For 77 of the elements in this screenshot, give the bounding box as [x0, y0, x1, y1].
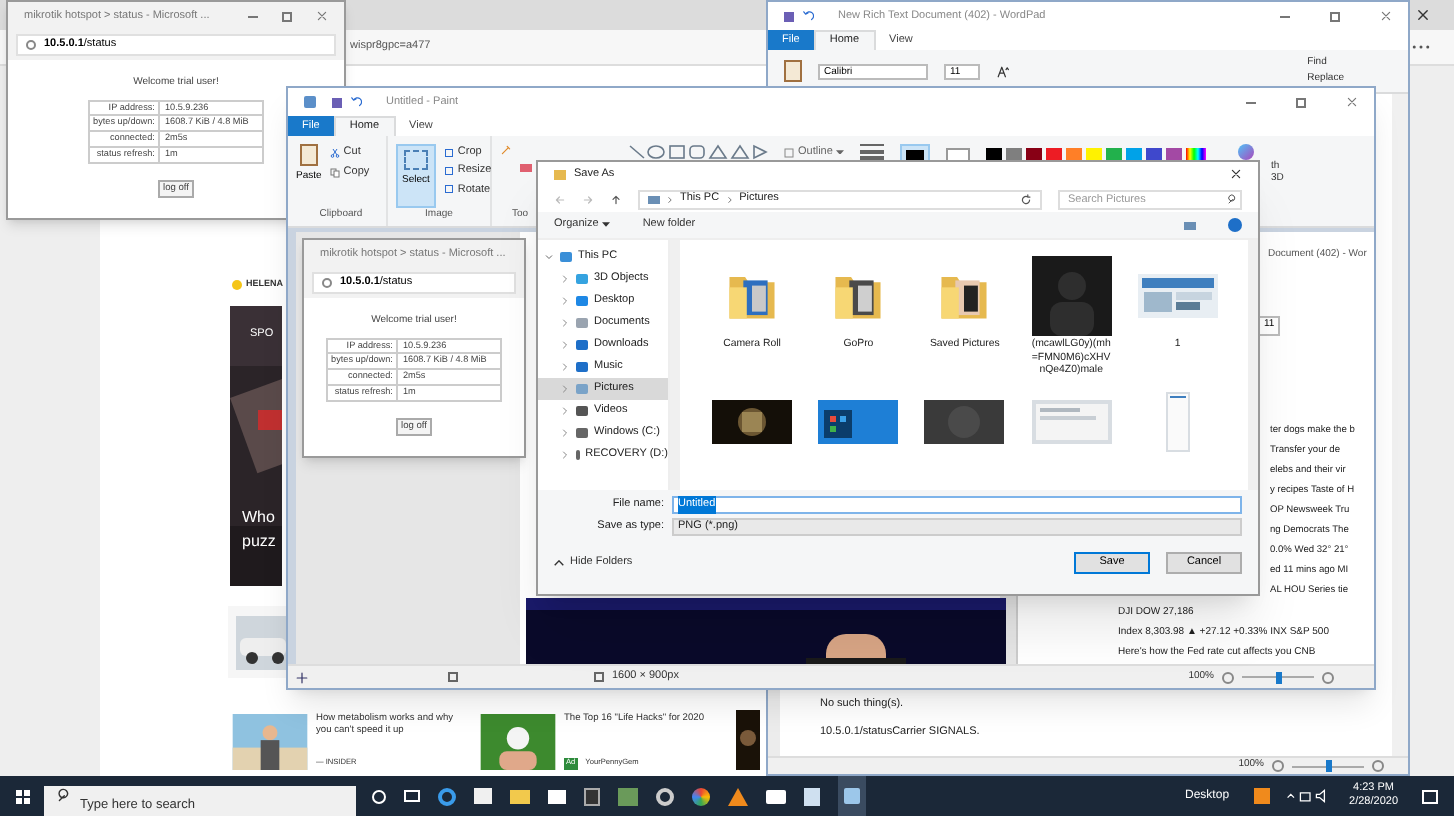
pc-icon	[648, 195, 660, 203]
caret-icon	[836, 149, 845, 155]
zoom-slider[interactable]	[1292, 760, 1364, 772]
save-icon[interactable]	[332, 97, 342, 107]
notepad-icon[interactable]	[804, 787, 820, 805]
minimize-icon[interactable]	[1280, 15, 1290, 17]
rotate-icon	[443, 184, 454, 195]
zoom-in-icon[interactable]	[1372, 760, 1384, 772]
notifications-icon[interactable]	[1422, 789, 1438, 803]
info-icon	[322, 278, 332, 288]
chevron-icon[interactable]	[666, 195, 674, 203]
more-icon[interactable]	[1412, 44, 1430, 50]
cube-icon	[576, 274, 588, 284]
paint-icon[interactable]	[838, 776, 866, 816]
chevron-icon[interactable]	[725, 195, 734, 203]
scrollbar[interactable]	[1392, 94, 1408, 756]
zoom-in-icon[interactable]	[1322, 671, 1334, 683]
slider-thumb[interactable]	[1325, 760, 1331, 772]
grow-font-icon[interactable]	[996, 65, 1010, 77]
undo-icon[interactable]	[350, 96, 362, 108]
notification-app-icon[interactable]	[1253, 788, 1270, 804]
zoom-slider[interactable]	[1242, 671, 1314, 683]
paste-icon[interactable]	[784, 60, 802, 82]
scissors-icon	[329, 147, 340, 158]
pictures-icon	[576, 384, 588, 394]
scrollbar[interactable]	[1248, 240, 1258, 490]
resize-icon	[443, 165, 454, 176]
crop-icon	[443, 147, 454, 158]
slider-thumb[interactable]	[1275, 671, 1281, 683]
cortana-icon[interactable]	[372, 789, 386, 803]
search-icon	[1228, 193, 1238, 203]
close-icon[interactable]	[1230, 168, 1242, 180]
scrollbar[interactable]	[670, 240, 680, 490]
help-icon[interactable]	[1228, 218, 1242, 232]
task-view-icon[interactable]	[404, 790, 420, 802]
canvas-size-icon	[594, 672, 604, 682]
maximize-icon[interactable]	[1296, 97, 1306, 107]
camera-icon[interactable]	[766, 789, 786, 803]
search-icon	[58, 788, 72, 802]
pc-icon	[560, 252, 572, 262]
save-icon[interactable]	[784, 11, 794, 21]
doc-icon	[576, 318, 588, 328]
refresh-icon[interactable]	[1020, 193, 1032, 205]
edge-icon[interactable]	[438, 787, 456, 805]
paint-icon	[304, 96, 316, 108]
news-card[interactable]	[228, 606, 286, 678]
paint-3d-icon[interactable]	[1238, 144, 1255, 160]
pencil-icon[interactable]	[500, 144, 512, 156]
explorer-icon[interactable]	[510, 789, 530, 803]
video-icon	[576, 406, 588, 416]
maximize-icon[interactable]	[282, 11, 292, 21]
headline-text: puzz	[242, 530, 276, 554]
crosshair-icon	[296, 671, 308, 683]
chevron-icon	[554, 560, 564, 566]
desktop-icon	[576, 296, 588, 306]
maximize-icon[interactable]	[1330, 11, 1340, 21]
copy-icon	[329, 167, 340, 178]
cone-icon[interactable]	[728, 787, 748, 805]
minimize-icon[interactable]	[248, 15, 258, 17]
minimize-icon[interactable]	[1246, 101, 1256, 103]
close-icon[interactable]	[1416, 8, 1430, 22]
zoom-out-icon[interactable]	[1222, 671, 1234, 683]
download-icon	[576, 340, 588, 350]
undo-icon[interactable]	[802, 10, 814, 22]
info-icon	[26, 40, 36, 50]
folder-icon	[554, 169, 566, 179]
mail-icon[interactable]	[548, 789, 566, 803]
shapes-icon[interactable]	[628, 144, 768, 160]
sun-icon	[232, 279, 242, 290]
zoom-out-icon[interactable]	[1272, 760, 1284, 772]
selection-icon	[448, 672, 458, 682]
chrome-icon[interactable]	[692, 787, 710, 805]
view-icon[interactable]	[1184, 221, 1196, 229]
music-icon	[576, 362, 588, 372]
outline-icon	[784, 147, 794, 158]
headline-text: Who	[242, 506, 276, 530]
up-icon[interactable]	[610, 193, 622, 205]
